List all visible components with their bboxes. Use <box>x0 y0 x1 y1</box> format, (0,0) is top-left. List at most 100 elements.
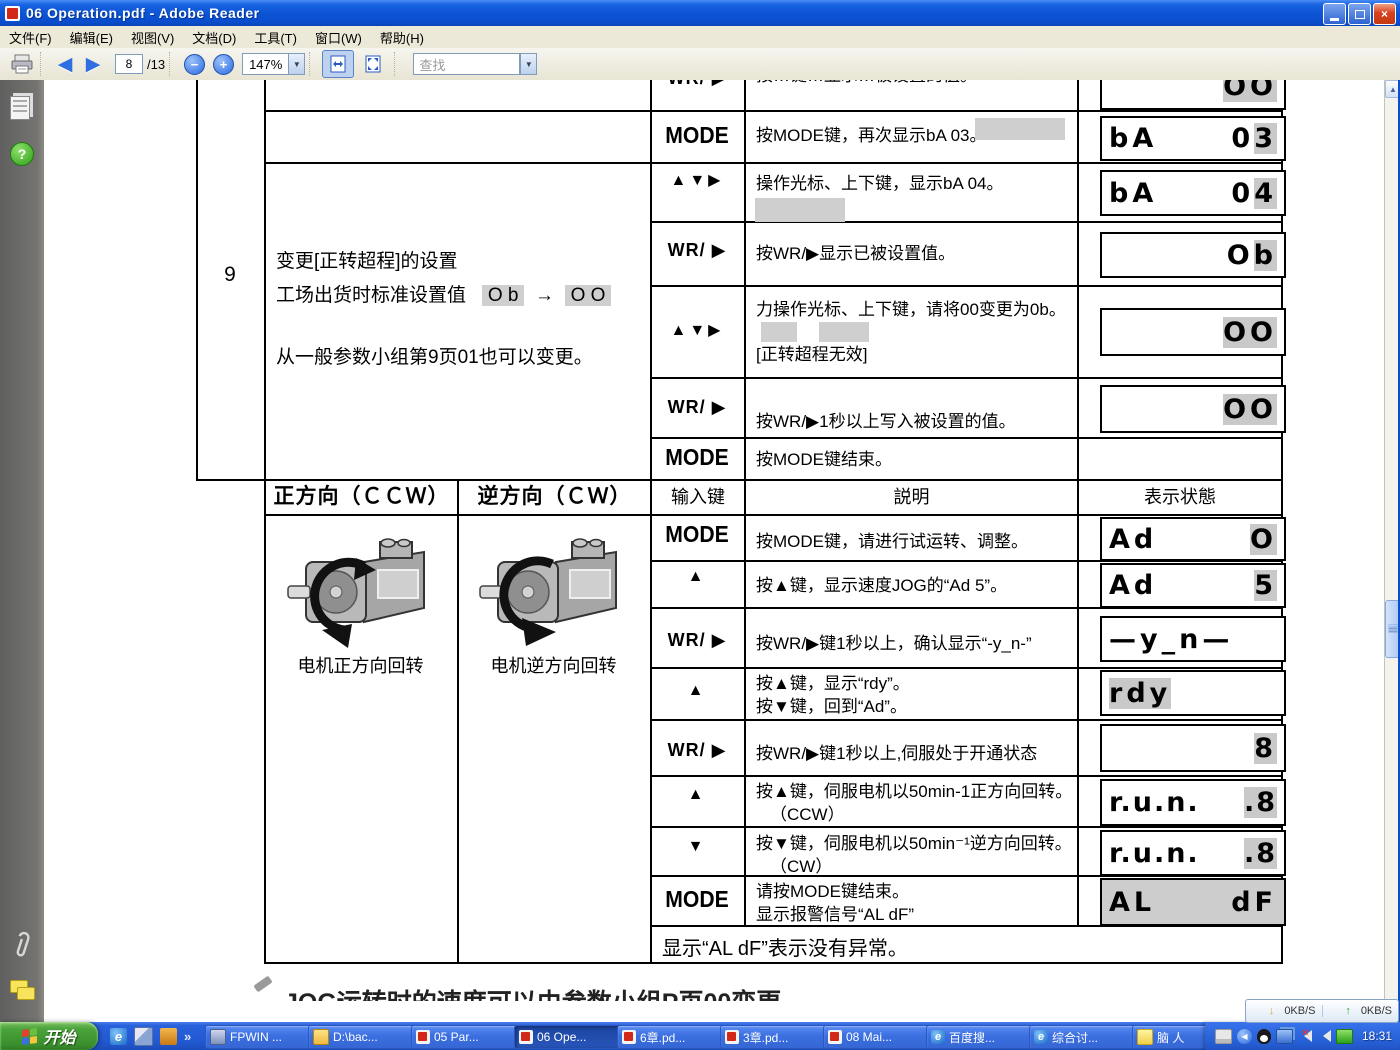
ie-page-icon: e <box>931 1030 945 1044</box>
show-desktop-icon[interactable] <box>134 1027 153 1046</box>
document-area: ? 9 <box>0 80 1400 1022</box>
pdf-page: 9 变更[正转超程]的设置 工场出货时标准设置值 O b → O O 从一般参数… <box>44 80 1384 1022</box>
quicklaunch-overflow-chevron[interactable]: » <box>184 1029 191 1044</box>
seven-seg-display: r.u.n. .8 <box>1100 779 1286 826</box>
highlight-patch <box>755 198 845 222</box>
previous-page-button[interactable]: ◀ <box>51 51 79 77</box>
seven-seg-display: AL dF <box>1100 878 1286 926</box>
page-number-input[interactable]: 8 <box>115 54 143 74</box>
notepad-icon <box>1137 1029 1153 1045</box>
menu-help[interactable]: 帮助(H) <box>371 26 433 49</box>
comments-panel-icon[interactable] <box>10 980 35 1000</box>
pages-panel-icon[interactable] <box>10 96 30 120</box>
highlight-patch <box>975 118 1065 140</box>
input-method-keyboard-icon[interactable] <box>1215 1029 1232 1044</box>
input-key: ▲▼▶ <box>650 320 744 340</box>
motor-ccw-illustration <box>282 538 440 648</box>
row-description: 按▲键，显示“rdy”。按▼键，回到“Ad”。 <box>756 672 1078 718</box>
footer-note: JOG运转时的速度可以由参数小组P页00变更 <box>284 983 1044 1001</box>
seven-seg-display: OO <box>1100 308 1286 356</box>
task-button-08-mai[interactable]: 08 Mai... <box>823 1025 933 1049</box>
find-input[interactable]: 查找 <box>413 53 520 75</box>
taskbar: 开始 e » FPWIN ... D:\bac... 05 Par... 06 … <box>0 1022 1400 1050</box>
seven-seg-display: —y_n— <box>1100 616 1286 662</box>
pdf-file-icon <box>828 1030 842 1044</box>
find-dropdown-arrow-icon[interactable]: ▼ <box>520 54 536 74</box>
row-description: 按▲键，显示速度JOG的“Ad 5”。 <box>756 574 1078 597</box>
step-description: 变更[正转超程]的设置 工场出货时标准设置值 O b → O O 从一般参数小组… <box>276 245 646 375</box>
zoom-in-button[interactable]: + <box>213 54 234 75</box>
input-key: MODE <box>654 886 740 913</box>
row-description: 按WR/▶键1秒以上，确认显示“-y_n-” <box>756 632 1078 655</box>
row-description: 按WR/▶1秒以上写入被设置的值。 <box>756 410 1078 433</box>
task-button-forum[interactable]: e 综合讨... <box>1029 1025 1139 1049</box>
row-description: 力操作光标、上下键，请将00变更为0b。 [正转超程无效] <box>756 298 1078 366</box>
fit-width-button[interactable] <box>322 50 354 78</box>
arrow-glyph: → <box>535 285 554 306</box>
row-description: 请按MODE键结束。显示报警信号“AL dF” <box>756 880 1078 926</box>
menu-document[interactable]: 文档(D) <box>183 26 245 49</box>
input-key: MODE <box>654 521 740 548</box>
menu-window[interactable]: 窗口(W) <box>306 26 371 49</box>
network-icon[interactable] <box>1276 1029 1293 1044</box>
next-page-button[interactable]: ▶ <box>79 51 107 77</box>
mail-quicklaunch-icon[interactable] <box>160 1028 177 1045</box>
task-button-baidu[interactable]: e 百度搜... <box>926 1025 1036 1049</box>
close-button[interactable]: × <box>1373 3 1396 25</box>
default-value: O b <box>482 285 525 306</box>
muted-speaker-icon[interactable] <box>1298 1030 1312 1042</box>
menu-file[interactable]: 文件(F) <box>0 26 61 49</box>
result-note: 显示“AL dF”表示没有异常。 <box>662 932 908 961</box>
pdf-file-icon <box>416 1030 430 1044</box>
title-bar: 06 Operation.pdf - Adobe Reader × <box>0 0 1400 26</box>
nav-sidebar: ? <box>0 80 44 1022</box>
input-key: ▲▼▶ <box>650 170 744 190</box>
attachments-panel-icon[interactable] <box>10 928 32 962</box>
highlight-patch <box>761 322 797 342</box>
task-button-05-par[interactable]: 05 Par... <box>411 1025 521 1049</box>
download-speed: 0KB/S <box>1284 1005 1315 1017</box>
step-number: 9 <box>196 263 264 287</box>
motor-ccw-label: 电机正方向回转 <box>264 652 457 678</box>
antivirus-icon[interactable] <box>1336 1029 1353 1044</box>
input-key: MODE <box>654 444 740 471</box>
hide-tray-icons-chevron[interactable]: ◀ <box>1237 1029 1252 1044</box>
ie-quicklaunch-icon[interactable]: e <box>110 1028 127 1045</box>
step-description-line1: 变更[正转超程]的设置 <box>276 245 646 279</box>
row-description: 操作光标、上下键，显示bA 04。 <box>756 172 1078 195</box>
find-toolbar: 查找 ▼ <box>413 53 537 75</box>
zoom-dropdown-arrow-icon[interactable]: ▼ <box>288 54 304 74</box>
print-button[interactable] <box>8 51 36 77</box>
menu-view[interactable]: 视图(V) <box>122 26 183 49</box>
fit-page-button[interactable] <box>358 51 388 77</box>
vertical-scrollbar[interactable]: ▲ ▼ <box>1384 80 1399 1022</box>
adobe-reader-icon <box>5 6 20 21</box>
help-icon[interactable]: ? <box>10 142 34 166</box>
system-tray: ◀ 18:31 <box>1205 1022 1400 1050</box>
start-button[interactable]: 开始 <box>0 1022 98 1050</box>
tray-clock: 18:31 <box>1362 1029 1392 1043</box>
volume-icon[interactable] <box>1317 1030 1331 1042</box>
zoom-level-value: 147% <box>243 57 288 72</box>
row-description: 按▲键，伺服电机以50min-1正方向回转。（CCW） <box>756 780 1078 826</box>
net-speed-widget[interactable]: ↓ 0KB/S ↑ 0KB/S <box>1245 999 1399 1023</box>
input-key: WR/ ▶ <box>650 740 744 761</box>
restore-button[interactable] <box>1348 3 1371 25</box>
task-button-3zhang[interactable]: 3章.pd... <box>720 1025 830 1049</box>
input-key: ▲ <box>650 682 744 700</box>
seven-seg-display: Ad O <box>1100 517 1286 561</box>
printer-icon <box>10 54 34 74</box>
zoom-level-combo[interactable]: 147% ▼ <box>242 53 305 75</box>
zoom-out-button[interactable]: − <box>184 54 205 75</box>
task-button-6zhang[interactable]: 6章.pd... <box>617 1025 727 1049</box>
menu-edit[interactable]: 编辑(E) <box>61 26 122 49</box>
seven-seg-display: Ad 5 <box>1100 563 1286 608</box>
minimize-button[interactable] <box>1323 3 1346 25</box>
qq-messenger-icon[interactable] <box>1257 1029 1271 1044</box>
menu-tools[interactable]: 工具(T) <box>245 26 306 49</box>
task-button-folder[interactable]: D:\bac... <box>308 1025 418 1049</box>
fit-width-icon <box>328 55 348 73</box>
task-button-06-ope-active[interactable]: 06 Ope... <box>514 1025 624 1049</box>
seven-seg-display: r.u.n. .8 <box>1100 830 1286 876</box>
task-button-fpwin[interactable]: FPWIN ... <box>205 1025 315 1049</box>
